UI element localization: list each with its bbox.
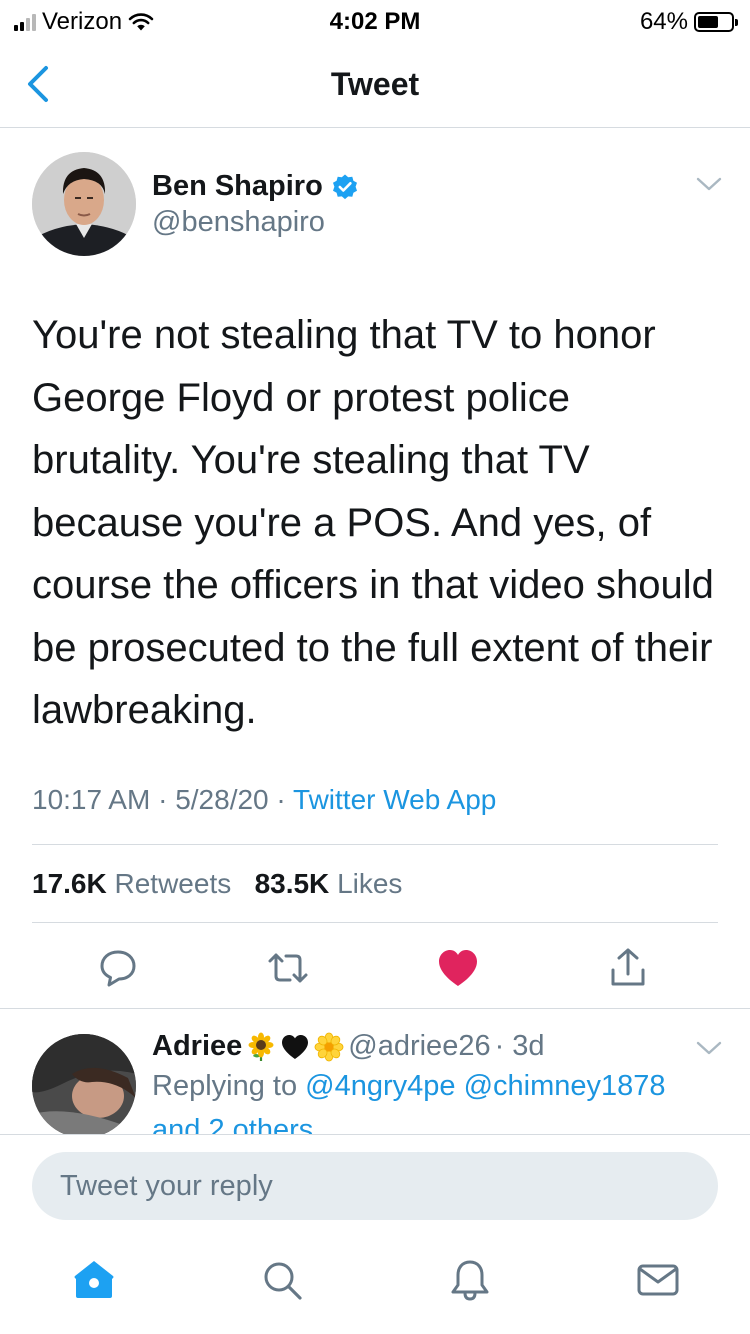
others-link[interactable]: and 2 others xyxy=(152,1110,313,1136)
tweet-source-link[interactable]: Twitter Web App xyxy=(293,784,496,815)
reply-input[interactable] xyxy=(32,1152,718,1220)
tweet-actions xyxy=(0,944,750,992)
likes-stat[interactable]: 83.5K Likes xyxy=(255,868,403,899)
author-handle[interactable]: @benshapiro xyxy=(152,206,325,239)
divider xyxy=(32,844,718,845)
page-title: Tweet xyxy=(330,66,420,102)
author-name[interactable]: Ben Shapiro xyxy=(152,170,323,203)
tweet-meta: 10:17 AM · 5/28/20 · Twitter Web App xyxy=(32,784,496,816)
black-heart-emoji xyxy=(282,1034,309,1059)
mention-link[interactable]: @4ngry4pe xyxy=(305,1070,455,1102)
avatar-image xyxy=(32,152,136,256)
chevron-down-icon[interactable] xyxy=(694,174,724,194)
home-icon[interactable] xyxy=(70,1256,118,1304)
messages-icon[interactable] xyxy=(634,1256,682,1304)
retweets-count: 17.6K xyxy=(32,868,107,899)
replying-to: Replying to @4ngry4pe @chimney1878 xyxy=(152,1070,666,1103)
avatar[interactable] xyxy=(32,152,136,256)
nav-bar: Tweet xyxy=(0,40,750,128)
reply-avatar[interactable] xyxy=(32,1034,136,1138)
reply-icon[interactable] xyxy=(94,944,142,992)
status-time: 4:02 PM xyxy=(329,8,421,35)
meta-separator: · xyxy=(276,784,286,815)
likes-count: 83.5K xyxy=(254,868,330,899)
battery-group: 64% xyxy=(639,8,738,36)
tweet-stats: 17.6K Retweets 83.5K Likes xyxy=(32,868,402,900)
retweets-stat[interactable]: 17.6K Retweets xyxy=(32,868,231,899)
tweet-time: 10:17 AM xyxy=(32,784,151,815)
tweet-text: You're not stealing that TV to honor Geo… xyxy=(32,313,714,732)
blossom-emoji xyxy=(314,1032,344,1061)
reply-age: · 3d xyxy=(494,1030,545,1062)
reply-header: Adriee @adriee26 · 3d xyxy=(152,1030,545,1063)
replying-prefix: Replying to xyxy=(152,1070,298,1102)
reply-avatar-image xyxy=(32,1034,136,1138)
battery-icon xyxy=(694,12,738,32)
sunflower-emoji xyxy=(248,1032,274,1061)
verified-badge-icon xyxy=(332,174,357,199)
notifications-icon[interactable] xyxy=(446,1256,494,1304)
divider xyxy=(32,922,718,923)
chevron-down-icon[interactable] xyxy=(694,1038,724,1058)
meta-separator: · xyxy=(158,784,168,815)
likes-label: Likes xyxy=(337,868,403,899)
tweet-date: 5/28/20 xyxy=(175,784,269,815)
status-bar: Verizon 4:02 PM 64% xyxy=(0,0,750,40)
like-heart-icon[interactable] xyxy=(434,944,482,992)
author-name-row: Ben Shapiro xyxy=(152,170,359,203)
search-icon[interactable] xyxy=(258,1256,306,1304)
divider xyxy=(0,1008,750,1009)
retweet-icon[interactable] xyxy=(264,944,312,992)
reply-handle[interactable]: @adriee26 xyxy=(348,1030,490,1063)
battery-fill xyxy=(698,16,719,28)
battery-percent: 64% xyxy=(639,8,688,35)
share-icon[interactable] xyxy=(604,944,652,992)
retweets-label: Retweets xyxy=(114,868,232,899)
reply-author-name[interactable]: Adriee xyxy=(152,1030,242,1063)
tab-bar xyxy=(0,1256,750,1312)
mention-link[interactable]: @chimney1878 xyxy=(464,1070,666,1102)
